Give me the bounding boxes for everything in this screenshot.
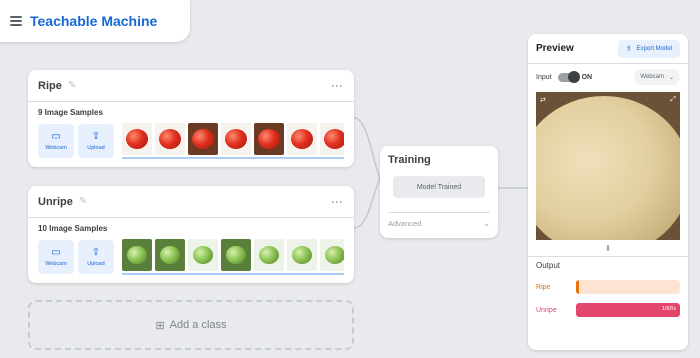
class-card-ripe: Ripe ✎ ⋮ 9 Image Samples ▭ Webcam ⇪ Uplo… bbox=[28, 70, 354, 167]
fullscreen-icon[interactable]: ⤢ bbox=[670, 96, 676, 104]
export-model-button[interactable]: ⇑ Export Model bbox=[617, 39, 680, 58]
app-bar: Teachable Machine bbox=[0, 0, 190, 42]
sample-thumbnail[interactable] bbox=[122, 123, 152, 155]
class-card-header: Unripe ✎ ⋮ bbox=[28, 186, 354, 218]
add-class-label: Add a class bbox=[169, 319, 227, 331]
confidence-bar bbox=[576, 280, 680, 294]
video-camera-icon: ▭ bbox=[51, 247, 61, 258]
class-card-unripe: Unripe ✎ ⋮ 10 Image Samples ▭ Webcam ⇪ U… bbox=[28, 186, 354, 283]
pencil-icon[interactable]: ✎ bbox=[68, 80, 76, 91]
sample-thumbnail[interactable] bbox=[221, 239, 251, 271]
webcam-button[interactable]: ▭ Webcam bbox=[38, 124, 74, 158]
webcam-preview: ⇄ ⤢ bbox=[536, 92, 680, 240]
input-toggle[interactable] bbox=[557, 70, 580, 83]
pencil-icon[interactable]: ✎ bbox=[79, 196, 87, 207]
confidence-fill bbox=[576, 280, 580, 294]
output-title: Output bbox=[536, 261, 561, 270]
sample-thumbnails bbox=[122, 123, 344, 159]
sample-thumbnail[interactable] bbox=[155, 123, 185, 155]
sample-thumbnails bbox=[122, 239, 344, 275]
training-card: Training Model Trained Advanced ⌄ bbox=[380, 146, 498, 238]
sample-thumbnail[interactable] bbox=[320, 123, 344, 155]
preview-title: Preview bbox=[536, 43, 574, 54]
preview-panel: Preview ⇑ Export Model Input ON Webcam ⌄… bbox=[528, 34, 688, 350]
app-title: Teachable Machine bbox=[30, 13, 158, 29]
export-icon: ⇑ bbox=[625, 45, 632, 53]
chevron-down-icon: ⌄ bbox=[668, 74, 674, 81]
upload-icon: ⇪ bbox=[91, 131, 101, 142]
input-state: ON bbox=[581, 73, 593, 81]
more-options-icon[interactable]: ⋮ bbox=[330, 80, 344, 91]
output-section: Output Ripe Unripe 100% bbox=[528, 256, 688, 328]
output-label: Ripe bbox=[536, 283, 551, 291]
input-row: Input ON Webcam ⌄ bbox=[528, 64, 688, 90]
train-model-button[interactable]: Model Trained bbox=[393, 176, 485, 198]
class-card-header: Ripe ✎ ⋮ bbox=[28, 70, 354, 102]
confidence-percent: 100% bbox=[661, 306, 676, 312]
samples-count: 9 Image Samples bbox=[38, 108, 103, 117]
menu-icon[interactable] bbox=[10, 16, 22, 26]
sample-thumbnail[interactable] bbox=[287, 239, 317, 271]
chevron-down-icon: ⌄ bbox=[483, 219, 490, 228]
sample-thumbnail[interactable] bbox=[320, 239, 344, 271]
samples-count: 10 Image Samples bbox=[38, 224, 108, 233]
input-label: Input bbox=[536, 73, 552, 81]
sample-thumbnail[interactable] bbox=[254, 123, 284, 155]
more-options-icon[interactable]: ⋮ bbox=[330, 196, 344, 207]
output-label: Unripe bbox=[536, 306, 557, 314]
class-name[interactable]: Unripe bbox=[38, 196, 73, 208]
flip-icon[interactable]: ⇄ bbox=[540, 96, 546, 104]
add-class-button[interactable]: ⊞ Add a class bbox=[28, 300, 354, 350]
output-row-unripe: Unripe 100% bbox=[536, 301, 680, 319]
sample-thumbnail[interactable] bbox=[254, 239, 284, 271]
confidence-bar: 100% bbox=[576, 303, 680, 317]
sample-thumbnail[interactable] bbox=[221, 123, 251, 155]
sample-thumbnail[interactable] bbox=[188, 239, 218, 271]
video-camera-icon: ▭ bbox=[51, 131, 61, 142]
advanced-label: Advanced bbox=[388, 219, 422, 228]
sample-thumbnail[interactable] bbox=[155, 239, 185, 271]
add-icon: ⊞ bbox=[155, 319, 165, 332]
input-source-select[interactable]: Webcam ⌄ bbox=[634, 69, 680, 85]
sample-thumbnail[interactable] bbox=[287, 123, 317, 155]
webcam-button[interactable]: ▭ Webcam bbox=[38, 240, 74, 274]
sample-thumbnail[interactable] bbox=[188, 123, 218, 155]
training-title: Training bbox=[388, 154, 431, 166]
upload-button[interactable]: ⇪ Upload bbox=[78, 124, 114, 158]
sample-thumbnail[interactable] bbox=[122, 239, 152, 271]
class-name[interactable]: Ripe bbox=[38, 80, 62, 92]
upload-button[interactable]: ⇪ Upload bbox=[78, 240, 114, 274]
upload-icon: ⇪ bbox=[91, 247, 101, 258]
output-row-ripe: Ripe bbox=[536, 278, 680, 296]
arrow-down-icon: ⬇ bbox=[604, 244, 612, 253]
advanced-toggle[interactable]: Advanced ⌄ bbox=[388, 212, 490, 228]
